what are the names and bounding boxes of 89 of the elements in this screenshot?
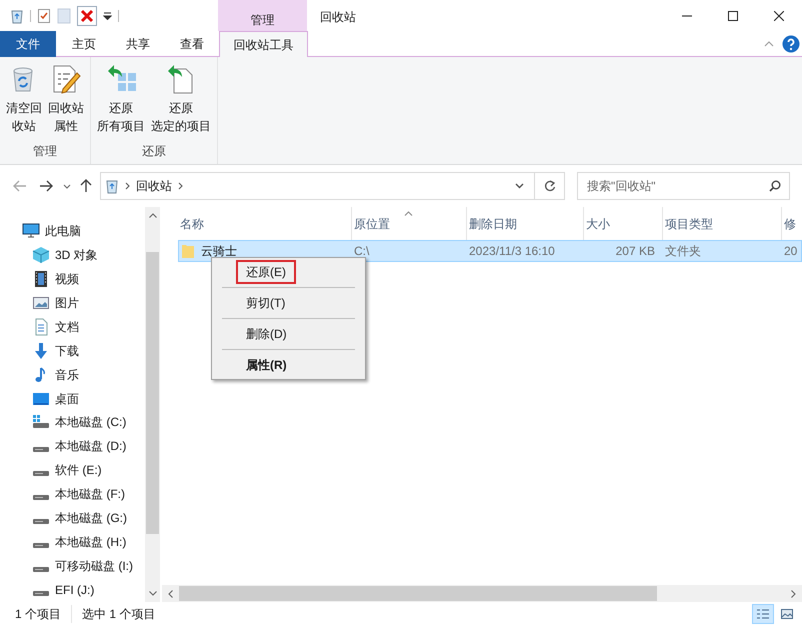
sidebar-item[interactable]: 本地磁盘 (G:) (22, 506, 145, 530)
scroll-right-icon (791, 590, 796, 598)
ribbon-command[interactable]: 还原 所有项目 (95, 61, 147, 135)
details-list-icon (756, 608, 770, 620)
hard-drive-icon (33, 494, 49, 500)
folder-icon (181, 243, 195, 259)
cube-icon (32, 246, 50, 264)
hard-drive-icon (33, 542, 49, 548)
dropdown-icon[interactable] (103, 12, 112, 20)
hard-drive-icon (33, 590, 49, 596)
monitor-icon (22, 222, 40, 240)
ribbon-command[interactable]: 还原 选定的项目 (149, 61, 213, 135)
table-cell-text: C:\ (353, 243, 370, 260)
sidebar-item[interactable]: 本地磁盘 (H:) (22, 530, 145, 554)
sidebar-item[interactable]: 视频 (22, 266, 145, 291)
hard-drive-icon (33, 446, 49, 452)
collapse-ribbon-icon[interactable] (764, 40, 774, 47)
hard-drive-icon (33, 518, 49, 524)
scroll-left-icon (168, 590, 173, 598)
sidebar-item[interactable]: 可移动磁盘 (I:) (22, 554, 145, 578)
forward-arrow-icon (39, 180, 53, 192)
sort-indicator-icon[interactable] (404, 211, 413, 216)
context-tab-group-label: 管理 (218, 0, 307, 31)
sidebar-item[interactable]: 桌面 (22, 386, 145, 410)
sidebar-item[interactable]: 此电脑 (22, 219, 145, 243)
recent-locations-button[interactable] (62, 184, 72, 188)
recycle-bin-icon (105, 178, 119, 194)
column-header[interactable]: 修 (782, 207, 802, 240)
ribbon-group-label: 管理 (33, 143, 57, 160)
sidebar-item[interactable]: 图片 (22, 290, 145, 315)
sidebar-item[interactable]: 下载 (22, 338, 145, 363)
up-arrow-icon (80, 179, 92, 193)
menu-item[interactable]: 属性(R) (236, 353, 297, 377)
thumbnail-icon (780, 608, 794, 620)
chevron-down-icon[interactable] (515, 183, 524, 189)
sidebar-item[interactable]: 音乐 (22, 362, 145, 387)
scroll-up-icon (148, 213, 156, 218)
chevron-right-icon (178, 182, 183, 190)
ribbon-tab[interactable]: 主页 (57, 31, 111, 56)
menu-item[interactable]: 剪切(T) (236, 291, 296, 315)
table-cell: 云骑士 (179, 242, 352, 260)
checklist-icon[interactable] (37, 8, 51, 24)
search-icon[interactable] (769, 180, 781, 192)
menu-item[interactable]: 删除(D) (236, 322, 297, 346)
refresh-button[interactable] (535, 172, 565, 200)
chevron-right-icon (125, 182, 130, 190)
maximize-icon (728, 10, 738, 20)
delete-icon[interactable] (77, 6, 97, 26)
ribbon-command[interactable]: 清空回 收站 (4, 61, 44, 135)
menu-item[interactable]: 还原(E) (236, 260, 296, 284)
sidebar-item[interactable]: 3D 对象 (22, 242, 145, 267)
down-arrow-icon (32, 342, 50, 360)
ribbon-tab[interactable]: 查看 (165, 31, 219, 56)
breadcrumb-item[interactable]: 回收站 (136, 177, 172, 195)
chevron-down-icon (63, 184, 71, 188)
hard-drive-icon (33, 470, 49, 476)
help-icon[interactable] (782, 34, 800, 52)
close-icon (774, 10, 784, 20)
sidebar-item[interactable]: 本地磁盘 (C:) (22, 410, 145, 434)
status-text: 选中 1 个项目 (81, 606, 156, 623)
table-cell-text: 20 (783, 243, 798, 260)
ribbon-tab[interactable]: 共享 (111, 31, 165, 56)
back-arrow-icon (13, 180, 27, 192)
hard-drive-icon (33, 566, 49, 572)
sidebar-item[interactable]: EFI (J:) (22, 578, 145, 602)
up-button[interactable] (78, 179, 94, 193)
table-cell-text: 2023/11/3 16:10 (468, 243, 556, 260)
film-strip-icon (32, 270, 50, 288)
sidebar-item[interactable]: 文档 (22, 314, 145, 339)
address-bar[interactable]: 回收站 (100, 172, 535, 200)
ribbon-tab[interactable]: 回收站工具 (219, 31, 308, 57)
table-cell-text: 207 KB (614, 243, 656, 260)
ribbon-command[interactable]: 回收站 属性 (46, 61, 86, 135)
file-tab[interactable]: 文件 (0, 31, 56, 57)
search-field[interactable]: 搜索"回收站" (577, 172, 790, 200)
window-title: 回收站 (319, 9, 356, 26)
file-row[interactable]: 云骑士 C:\ 2023/11/3 16:10 207 KB 文件夹 20 (178, 240, 802, 262)
scroll-down-icon (148, 591, 156, 596)
table-cell-text: 文件夹 (664, 243, 702, 260)
vertical-scrollbar[interactable] (145, 207, 160, 602)
ribbon-group-label: 还原 (142, 143, 166, 160)
refresh-icon (544, 180, 556, 192)
sidebar-item[interactable]: 软件 (E:) (22, 458, 145, 482)
recycle-bin-icon[interactable] (10, 8, 24, 24)
sidebar-item[interactable]: 本地磁盘 (D:) (22, 434, 145, 458)
horizontal-scrollbar[interactable] (162, 585, 802, 602)
sidebar-item[interactable]: 本地磁盘 (F:) (22, 482, 145, 506)
status-text: 1 个项目 (15, 605, 72, 623)
details-view-button[interactable] (752, 604, 774, 624)
